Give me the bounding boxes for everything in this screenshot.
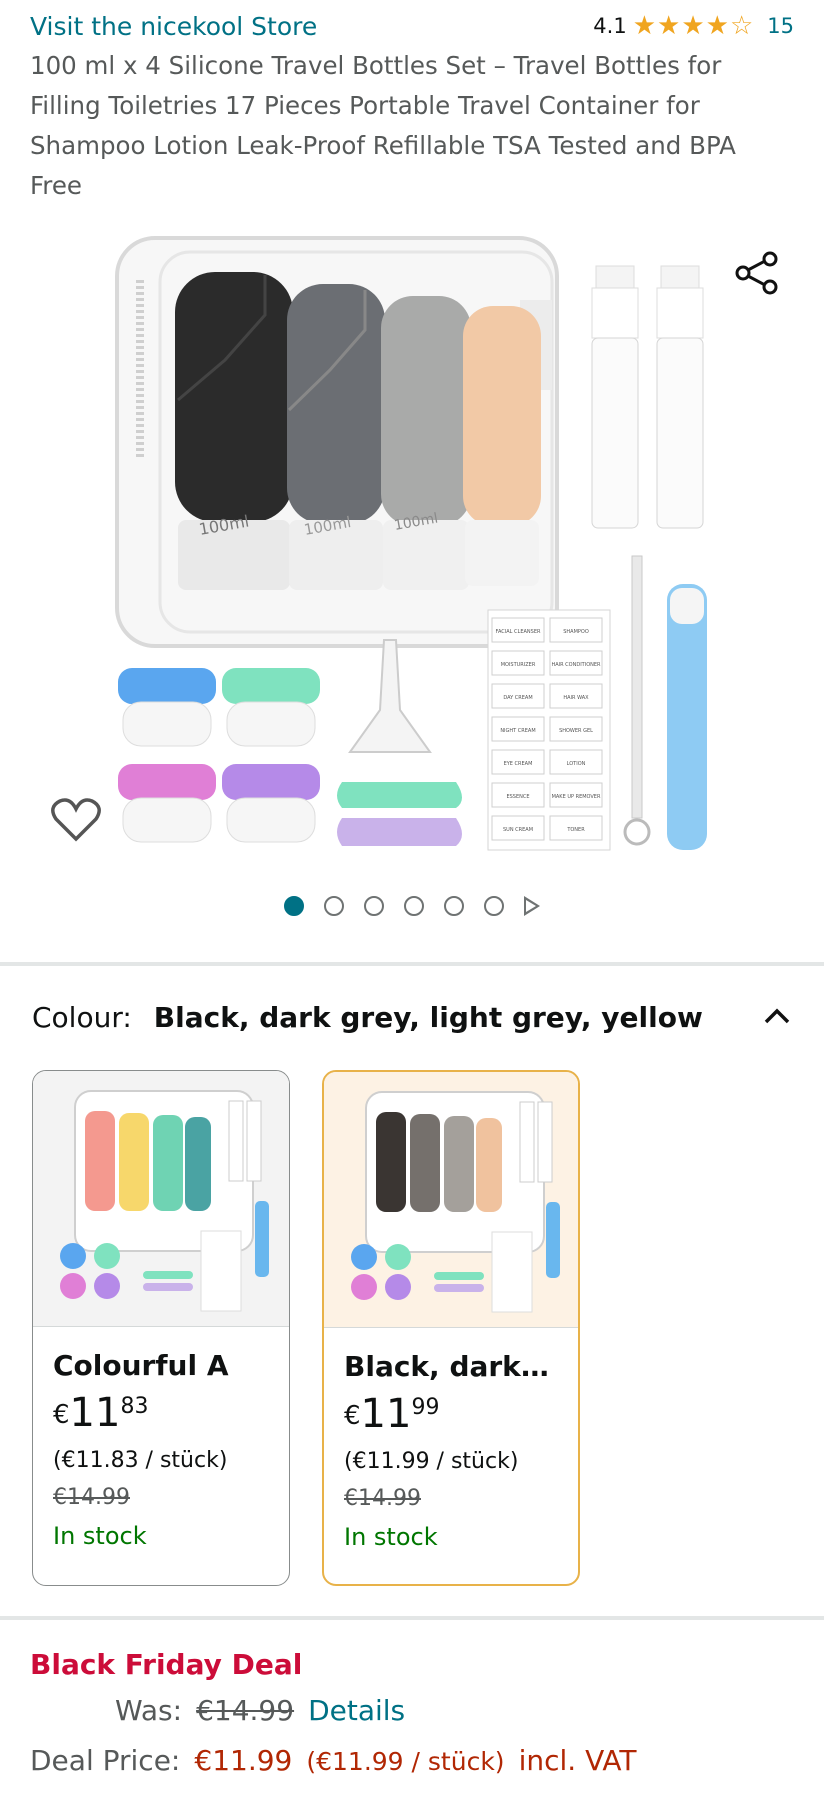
sticker-label: SUN CREAM <box>503 827 533 833</box>
carousel-dot[interactable] <box>404 896 424 916</box>
blue-tool <box>667 584 707 850</box>
price-currency: € <box>53 1400 70 1430</box>
variant-price: € 11 83 <box>53 1390 269 1436</box>
variant-name: Colourful A <box>53 1349 229 1382</box>
star-icon: ★ <box>657 11 681 41</box>
sticker-label: MOISTURIZER <box>501 662 536 668</box>
variant-unit-price: (€11.83 / stück) <box>53 1448 228 1473</box>
sticker-label: SHAMPOO <box>563 629 589 635</box>
store-link[interactable]: Visit the nicekool Store <box>30 12 317 41</box>
carousel-dot[interactable] <box>324 896 344 916</box>
sticker-label: NIGHT CREAM <box>500 728 535 734</box>
star-icon: ★ <box>632 11 657 41</box>
product-title: 100 ml x 4 Silicone Travel Bottles Set –… <box>30 51 736 200</box>
spray-bottles <box>591 265 704 529</box>
price-currency: € <box>344 1401 361 1431</box>
was-price-row: Was: €14.99 Details <box>115 1694 405 1727</box>
deal-price: €11.99 <box>194 1744 293 1777</box>
carousel-dot[interactable] <box>284 896 304 916</box>
cleaning-brush <box>623 555 651 846</box>
sticker-label: HAIR WAX <box>563 695 589 701</box>
star-icon: ★ <box>705 11 729 41</box>
colour-selected-value: Black, dark grey, light grey, yellow <box>153 1000 703 1034</box>
share-icon[interactable] <box>734 250 780 296</box>
star-icon: ★ <box>681 11 705 41</box>
variant-unit-price: (€11.99 / stück) <box>344 1449 519 1474</box>
carousel-dot[interactable] <box>364 896 384 916</box>
variant-thumbnail <box>33 1071 289 1327</box>
price-fraction: 83 <box>120 1394 149 1419</box>
variant-list-price: €14.99 <box>53 1485 130 1510</box>
variant-price: € 11 99 <box>344 1391 558 1437</box>
deal-unit-price: (€11.99 / stück) <box>306 1747 505 1776</box>
sticker-sheet: FACIAL CLEANSER SHAMPOO MOISTURIZER HAIR CO… <box>487 609 611 851</box>
variant-name: Black, dark ... <box>344 1350 558 1383</box>
variant-stock-status: In stock <box>53 1522 147 1550</box>
rating-summary[interactable]: 4.1 ★ ★ ★ ★ ☆ 15 <box>593 13 794 39</box>
bottle-lightgrey: 100ml <box>381 296 471 590</box>
store-rating-row: Visit the nicekool Store 4.1 ★ ★ ★ ★ ☆ 1… <box>30 8 794 44</box>
product-image[interactable]: 100ml 100ml 100ml FACIAL CLEANSER SHAMPO… <box>0 220 824 860</box>
variant-card-colourful-a[interactable]: Colourful A € 11 83 (€11.83 / stück) €14… <box>32 1070 290 1586</box>
sticker-label: SHOWER GEL <box>559 728 593 734</box>
colour-selector-header[interactable]: Colour: Black, dark grey, light grey, ye… <box>32 996 794 1038</box>
funnel <box>348 639 432 753</box>
sticker-label: HAIR CONDITIONER <box>551 662 601 668</box>
sticker-label: DAY CREAM <box>503 695 532 701</box>
deal-price-label: Deal Price: <box>30 1744 181 1777</box>
sticker-label: LOTION <box>567 761 586 767</box>
bottle-darkgrey: 100ml <box>287 284 385 590</box>
price-whole: 11 <box>69 1390 121 1436</box>
deal-badge-title: Black Friday Deal <box>30 1648 303 1681</box>
rating-stars: ★ ★ ★ ★ ☆ <box>633 13 754 39</box>
variant-list-price: €14.99 <box>344 1486 421 1511</box>
heart-icon[interactable] <box>50 795 102 845</box>
deal-price-row: Deal Price: €11.99 (€11.99 / stück) incl… <box>30 1744 637 1777</box>
sticker-label: MAKE UP REMOVER <box>552 794 601 800</box>
sticker-label: TONER <box>566 827 585 833</box>
sticker-label: EYE CREAM <box>504 761 533 767</box>
section-divider <box>0 962 824 966</box>
colour-label: Colour: <box>32 1000 132 1034</box>
price-whole: 11 <box>360 1391 412 1437</box>
carousel-dot[interactable] <box>484 896 504 916</box>
bottle-black: 100ml <box>175 272 293 590</box>
variant-stock-status: In stock <box>344 1523 438 1551</box>
was-label: Was: <box>115 1694 183 1727</box>
bottle-peach <box>463 306 541 586</box>
variant-thumbnail <box>324 1072 578 1328</box>
was-price: €14.99 <box>196 1694 295 1727</box>
rating-value: 4.1 <box>593 14 627 38</box>
variant-card-black-dark[interactable]: Black, dark ... € 11 99 (€11.99 / stück)… <box>322 1070 580 1586</box>
chevron-up-icon[interactable] <box>760 1000 794 1034</box>
details-link[interactable]: Details <box>308 1694 405 1727</box>
carousel-dot[interactable] <box>444 896 464 916</box>
star-empty-icon: ☆ <box>729 11 754 41</box>
jars <box>118 668 320 843</box>
section-divider <box>0 1616 824 1620</box>
sticker-label: ESSENCE <box>506 794 529 800</box>
image-carousel-dots <box>0 896 824 916</box>
sticker-label: FACIAL CLEANSER <box>496 629 541 635</box>
price-fraction: 99 <box>411 1395 440 1420</box>
rating-count[interactable]: 15 <box>767 14 794 38</box>
deal-vat-note: incl. VAT <box>518 1744 637 1777</box>
play-next-icon[interactable] <box>524 896 540 916</box>
